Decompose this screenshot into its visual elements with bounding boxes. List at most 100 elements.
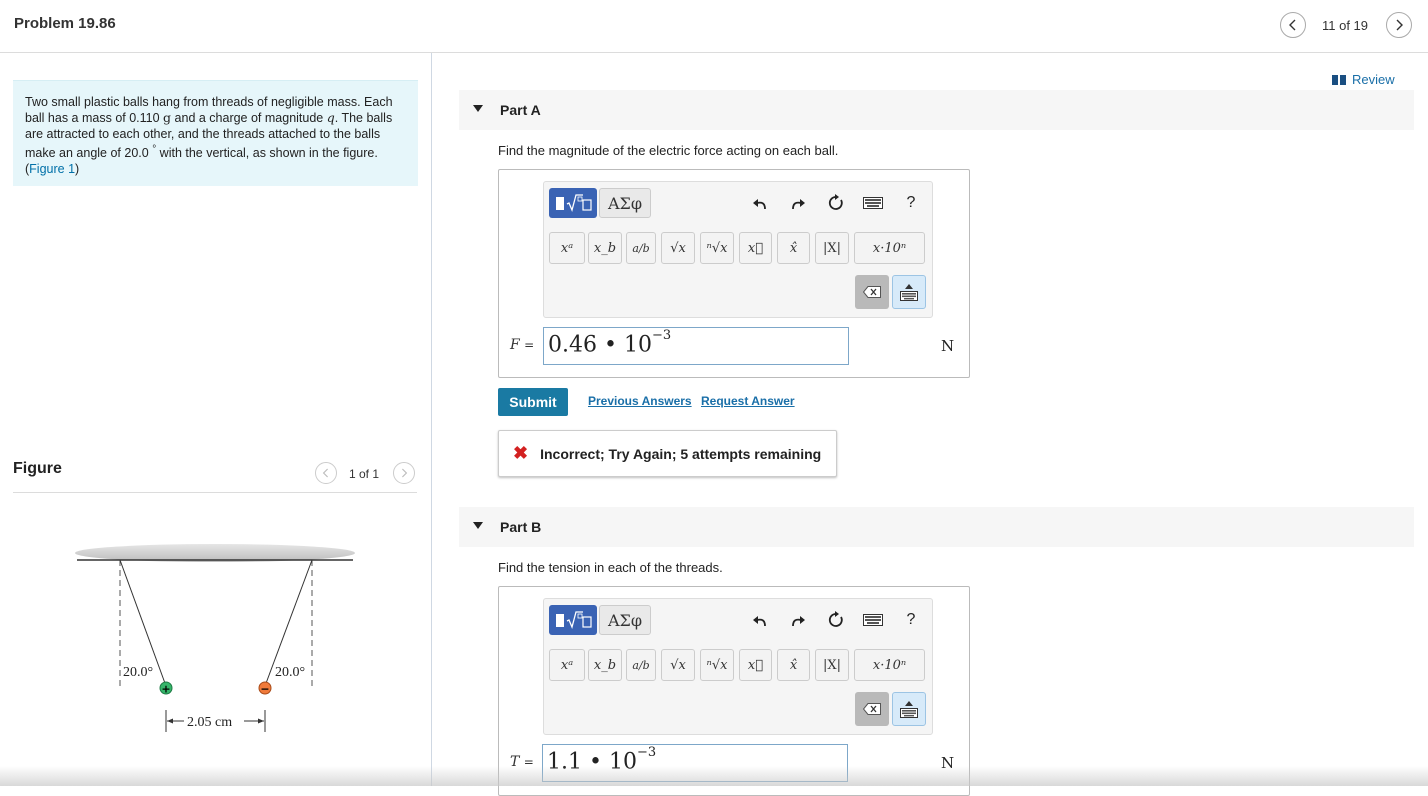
- chevron-left-icon: [1289, 19, 1296, 31]
- hanging-balls-figure: + − 20.0° 20.0° 2.05 cm: [75, 544, 355, 732]
- request-answer-link[interactable]: Request Answer: [701, 394, 795, 408]
- part-b-header[interactable]: Part B: [459, 507, 1414, 547]
- keyboard-icon[interactable]: [862, 192, 884, 214]
- toggle-keyboard-button[interactable]: [892, 692, 926, 726]
- backspace-icon: [863, 286, 881, 298]
- previous-figure-button[interactable]: [315, 462, 337, 484]
- answer-exponent: −3: [636, 745, 657, 760]
- part-b-answer-box: ΑΣφ ? xᵃ x_b a/b √x ⁿ√x x⃗ x̂ |X| x·10ⁿ …: [498, 586, 970, 796]
- templates-button[interactable]: [549, 188, 597, 218]
- part-a-answer-box: ΑΣφ ? xᵃ x_b a/b √x ⁿ√x x⃗ x̂ |X| x·10ⁿ …: [498, 169, 970, 378]
- top-bar: Problem 19.86 11 of 19: [0, 0, 1428, 53]
- unit-vector-button[interactable]: x̂: [777, 649, 810, 681]
- review-label: Review: [1352, 72, 1395, 87]
- chevron-right-icon: [402, 468, 408, 478]
- reset-icon[interactable]: [825, 609, 847, 631]
- fraction-button[interactable]: a/b: [626, 232, 656, 264]
- problem-statement: Two small plastic balls hang from thread…: [13, 80, 418, 186]
- help-button[interactable]: ?: [900, 609, 922, 631]
- math-toolbar: ΑΣφ ? xᵃ x_b a/b √x ⁿ√x x⃗ x̂ |X| x·10ⁿ: [543, 598, 933, 735]
- backspace-icon: [863, 703, 881, 715]
- fraction-button[interactable]: a/b: [626, 649, 656, 681]
- unit-label: N: [941, 337, 955, 355]
- incorrect-icon: ✖: [513, 443, 529, 463]
- dimension-arrow-left: [167, 718, 173, 724]
- figure-title: Figure: [13, 460, 62, 477]
- part-a-question: Find the magnitude of the electric force…: [498, 143, 839, 158]
- feedback-message: ✖ Incorrect; Try Again; 5 attempts remai…: [498, 430, 837, 477]
- var-q: q: [326, 110, 335, 125]
- part-a-label: Part A: [500, 102, 541, 118]
- delete-button[interactable]: [855, 692, 889, 726]
- problem-text-5: ): [75, 162, 80, 177]
- left-angle-label: 20.0°: [123, 665, 153, 680]
- answer-exponent: −3: [651, 328, 672, 343]
- variable-f-label: F =: [510, 337, 534, 353]
- redo-icon[interactable]: [787, 609, 809, 631]
- math-toolbar: ΑΣφ ? xᵃ x_b a/b √x ⁿ√x x⃗ x̂ |X| x·10ⁿ: [543, 181, 933, 318]
- feedback-text: Incorrect; Try Again; 5 attempts remaini…: [540, 445, 822, 462]
- nth-root-button[interactable]: ⁿ√x: [700, 649, 734, 681]
- unit-g: g: [163, 110, 172, 125]
- equals-sign: =: [524, 338, 535, 352]
- absolute-value-button[interactable]: |X|: [815, 649, 849, 681]
- collapse-triangle-icon[interactable]: [473, 105, 483, 112]
- part-b-label: Part B: [500, 519, 542, 535]
- keyboard-icon[interactable]: [862, 609, 884, 631]
- reset-icon[interactable]: [825, 192, 847, 214]
- collapse-triangle-icon[interactable]: [473, 522, 483, 529]
- greek-symbols-button[interactable]: ΑΣφ: [599, 605, 651, 635]
- problem-page-count: 11 of 19: [1322, 18, 1369, 33]
- templates-icon: [556, 194, 592, 212]
- undo-icon[interactable]: [749, 192, 771, 214]
- help-button[interactable]: ?: [900, 192, 922, 214]
- previous-answers-link[interactable]: Previous Answers: [588, 394, 692, 408]
- variable-f: F: [510, 337, 520, 353]
- problem-text-2: and a charge of magnitude: [171, 111, 327, 125]
- greek-symbols-button[interactable]: ΑΣφ: [599, 188, 651, 218]
- redo-icon[interactable]: [787, 192, 809, 214]
- minus-sign: −: [260, 683, 269, 696]
- vector-button[interactable]: x⃗: [739, 649, 772, 681]
- figure-count: 1 of 1: [349, 467, 380, 481]
- square-root-button[interactable]: √x: [661, 232, 695, 264]
- figure-divider: [13, 492, 417, 493]
- templates-icon: [556, 611, 592, 629]
- bottom-scroll-shadow: [0, 766, 1428, 786]
- figure-link[interactable]: Figure 1: [29, 162, 75, 176]
- superscript-button[interactable]: xᵃ: [549, 649, 585, 681]
- chevron-left-icon: [322, 468, 328, 478]
- templates-button[interactable]: [549, 605, 597, 635]
- absolute-value-button[interactable]: |X|: [815, 232, 849, 264]
- nth-root-button[interactable]: ⁿ√x: [700, 232, 734, 264]
- caret-up-icon: [905, 700, 913, 706]
- delete-button[interactable]: [855, 275, 889, 309]
- previous-problem-button[interactable]: [1280, 12, 1306, 38]
- scientific-notation-button[interactable]: x·10ⁿ: [854, 232, 925, 264]
- subscript-button[interactable]: x_b: [588, 649, 622, 681]
- dimension-arrow-right: [258, 718, 264, 724]
- undo-icon[interactable]: [749, 609, 771, 631]
- problem-title: Problem 19.86: [14, 15, 116, 32]
- keyboard-icon: [900, 290, 918, 301]
- next-figure-button[interactable]: [393, 462, 415, 484]
- square-root-button[interactable]: √x: [661, 649, 695, 681]
- subscript-button[interactable]: x_b: [588, 232, 622, 264]
- part-a-answer-input[interactable]: 0.46 • 10−3: [543, 327, 849, 365]
- review-link[interactable]: Review: [1332, 72, 1395, 87]
- distance-label: 2.05 cm: [187, 715, 232, 730]
- submit-button[interactable]: Submit: [498, 388, 568, 416]
- toggle-keyboard-button[interactable]: [892, 275, 926, 309]
- answer-mantissa: 0.46 • 10: [548, 332, 652, 358]
- vector-button[interactable]: x⃗: [739, 232, 772, 264]
- unit-vector-button[interactable]: x̂: [777, 232, 810, 264]
- keyboard-icon: [900, 707, 918, 718]
- next-problem-button[interactable]: [1386, 12, 1412, 38]
- book-icon: [1332, 74, 1346, 85]
- superscript-button[interactable]: xᵃ: [549, 232, 585, 264]
- scientific-notation-button[interactable]: x·10ⁿ: [854, 649, 925, 681]
- part-a-header[interactable]: Part A: [459, 90, 1414, 130]
- panel-divider: [431, 53, 432, 786]
- right-angle-label: 20.0°: [275, 665, 305, 680]
- part-b-question: Find the tension in each of the threads.: [498, 560, 723, 575]
